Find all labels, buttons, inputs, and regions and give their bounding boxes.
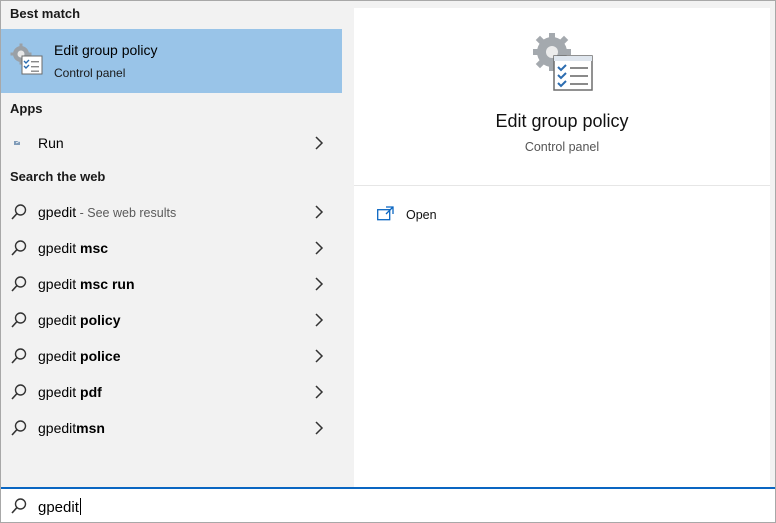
web-result[interactable]: gpedit msc run <box>1 266 342 302</box>
search-icon <box>11 276 27 292</box>
see-web-results-hint: - See web results <box>76 206 177 220</box>
best-match-title: Edit group policy <box>54 42 158 58</box>
preview-subtitle: Control panel <box>524 140 600 154</box>
best-match-subtitle: Control panel <box>54 66 126 80</box>
chevron-right-icon[interactable] <box>314 313 324 327</box>
best-match-heading: Best match <box>10 6 81 21</box>
web-result-label: gpeditmsn <box>38 420 105 436</box>
preview-title: Edit group policy <box>495 111 629 131</box>
web-result[interactable]: gpedit msc <box>1 230 342 266</box>
search-icon <box>11 348 27 364</box>
app-result-label: Run <box>38 135 64 151</box>
search-icon <box>11 204 27 220</box>
search-icon <box>11 384 27 400</box>
start-search-window: Best match Edit group policy Control pan… <box>0 0 776 523</box>
open-label: Open <box>406 208 437 222</box>
search-web-heading: Search the web <box>10 169 106 184</box>
search-input[interactable]: gpedit <box>38 498 81 516</box>
open-action[interactable]: Open <box>374 204 574 226</box>
run-icon <box>14 140 21 145</box>
group-policy-icon <box>10 43 43 75</box>
open-window-icon <box>377 206 394 221</box>
apps-heading: Apps <box>10 101 43 116</box>
chevron-right-icon[interactable] <box>314 241 324 255</box>
group-policy-icon <box>533 33 593 91</box>
search-icon <box>11 240 27 256</box>
web-result[interactable]: gpedit - See web results <box>1 194 342 230</box>
web-result-label: gpedit policy <box>38 312 121 328</box>
search-icon <box>11 312 27 328</box>
search-icon <box>11 420 27 436</box>
text-caret <box>79 498 81 515</box>
web-result[interactable]: gpeditmsn <box>1 410 342 446</box>
divider <box>354 185 770 186</box>
web-result[interactable]: gpedit policy <box>1 302 342 338</box>
chevron-right-icon[interactable] <box>314 421 324 435</box>
web-result-label: gpedit - See web results <box>38 204 177 220</box>
web-result[interactable]: gpedit pdf <box>1 374 342 410</box>
preview-pane: Edit group policy Control panel Open <box>354 8 770 487</box>
chevron-right-icon[interactable] <box>314 277 324 291</box>
best-match-result[interactable]: Edit group policy Control panel <box>1 29 342 93</box>
web-result-label: gpedit msc <box>38 240 109 256</box>
web-result[interactable]: gpedit police <box>1 338 342 374</box>
results-pane: Best match Edit group policy Control pan… <box>1 1 342 487</box>
web-result-label: gpedit pdf <box>38 384 102 400</box>
app-result-run[interactable]: Run <box>1 125 342 161</box>
web-result-label: gpedit msc run <box>38 276 135 292</box>
web-result-label: gpedit police <box>38 348 121 364</box>
chevron-right-icon[interactable] <box>314 349 324 363</box>
chevron-right-icon[interactable] <box>314 385 324 399</box>
chevron-right-icon[interactable] <box>314 136 324 150</box>
chevron-right-icon[interactable] <box>314 205 324 219</box>
search-icon <box>11 498 27 514</box>
search-box[interactable]: gpedit <box>1 487 775 522</box>
